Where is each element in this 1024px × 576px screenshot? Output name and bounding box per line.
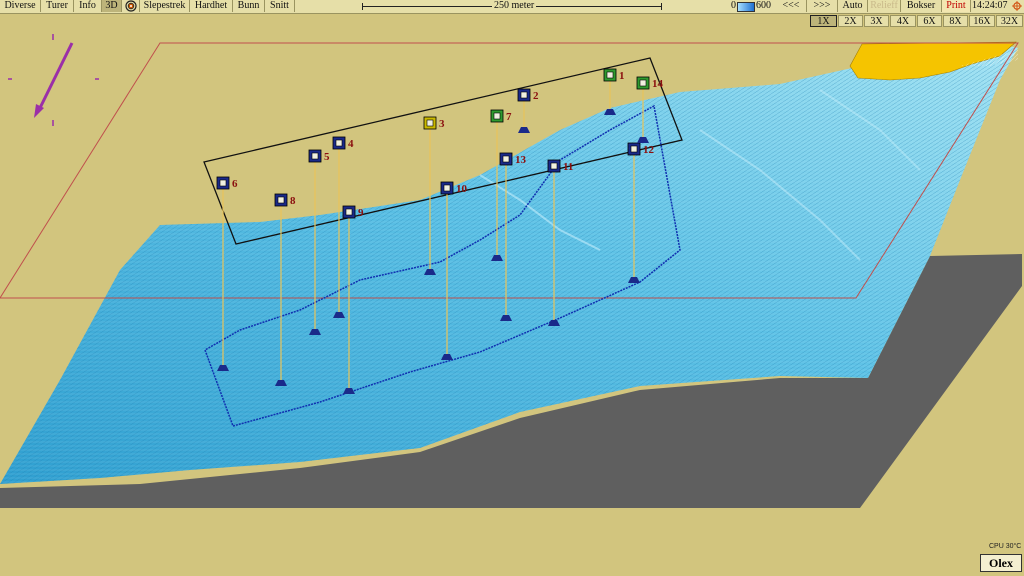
marker-core: [493, 112, 501, 120]
marker-label: 8: [290, 195, 296, 207]
marker-core: [550, 162, 558, 170]
marker-label: 13: [515, 154, 527, 166]
marker-core: [502, 155, 510, 163]
marker-label: 7: [506, 111, 512, 123]
marker-label: 2: [533, 90, 539, 102]
marker-core: [606, 71, 614, 79]
marker-label: 5: [324, 151, 330, 163]
marker-seabed-point: [518, 127, 530, 133]
marker-core: [630, 145, 638, 153]
marker-core: [219, 179, 227, 187]
marker-label: 11: [563, 161, 573, 173]
marker-core: [520, 91, 528, 99]
marker-core: [311, 152, 319, 160]
marker-core: [335, 139, 343, 147]
marker-core: [443, 184, 451, 192]
marker-core: [277, 196, 285, 204]
marker-label: 10: [456, 183, 468, 195]
marker-label: 14: [652, 78, 664, 90]
marker-label: 3: [439, 118, 445, 130]
marker-core: [426, 119, 434, 127]
cpu-temperature: CPU 30°C: [989, 543, 1022, 550]
marker-label: 1: [619, 70, 625, 82]
seabed-3d-view[interactable]: 1234567891011121314: [0, 0, 1024, 576]
marker-label: 6: [232, 178, 238, 190]
marker-label: 9: [358, 207, 364, 219]
marker-core: [639, 79, 647, 87]
marker-2[interactable]: 2: [517, 88, 539, 133]
olex-logo: Olex: [980, 554, 1022, 572]
marker-label: 12: [643, 144, 655, 156]
marker-label: 4: [348, 138, 354, 150]
north-arrow-icon: [8, 34, 99, 126]
marker-core: [345, 208, 353, 216]
